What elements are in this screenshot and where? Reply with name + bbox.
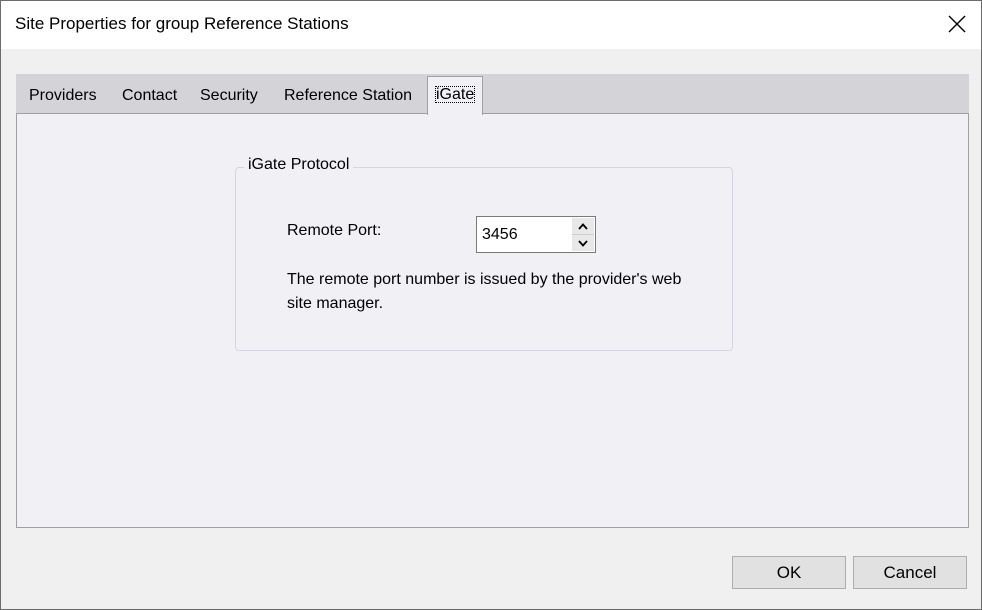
group-legend: iGate Protocol — [244, 156, 354, 174]
chevron-down-icon — [578, 239, 588, 247]
cancel-button[interactable]: Cancel — [853, 556, 967, 589]
tab-strip: Providers Contact Security Reference Sta… — [16, 74, 969, 115]
dialog-window: Site Properties for group Reference Stat… — [0, 0, 982, 610]
tab-contact[interactable]: Contact — [120, 80, 179, 114]
tab-security[interactable]: Security — [198, 80, 260, 114]
tab-panel-igate: iGate Protocol Remote Port: 3456 The rem… — [16, 113, 969, 528]
chevron-up-icon — [578, 222, 588, 230]
tab-label: Security — [200, 87, 258, 104]
title-bar: Site Properties for group Reference Stat… — [1, 1, 981, 49]
close-icon — [948, 15, 966, 33]
spin-up-button[interactable] — [572, 218, 594, 234]
window-title: Site Properties for group Reference Stat… — [15, 14, 349, 33]
spinner-buttons — [572, 218, 594, 251]
tab-providers[interactable]: Providers — [27, 80, 99, 114]
remote-port-input[interactable] — [477, 217, 567, 252]
close-button[interactable] — [933, 1, 981, 47]
tab-igate[interactable]: iGate — [427, 76, 484, 115]
tab-reference-station[interactable]: Reference Station — [282, 80, 414, 114]
igate-protocol-group: iGate Protocol Remote Port: 3456 The rem… — [235, 156, 733, 351]
spin-down-button[interactable] — [572, 234, 594, 251]
tab-label: Reference Station — [284, 87, 413, 104]
remote-port-help-text: The remote port number is issued by the … — [287, 271, 682, 312]
tab-label: Providers — [29, 87, 97, 104]
tab-label: Contact — [122, 87, 178, 104]
ok-button[interactable]: OK — [732, 556, 846, 589]
remote-port-spinner — [476, 216, 596, 253]
remote-port-label: Remote Port: — [287, 222, 382, 239]
tab-label: iGate — [433, 84, 477, 105]
